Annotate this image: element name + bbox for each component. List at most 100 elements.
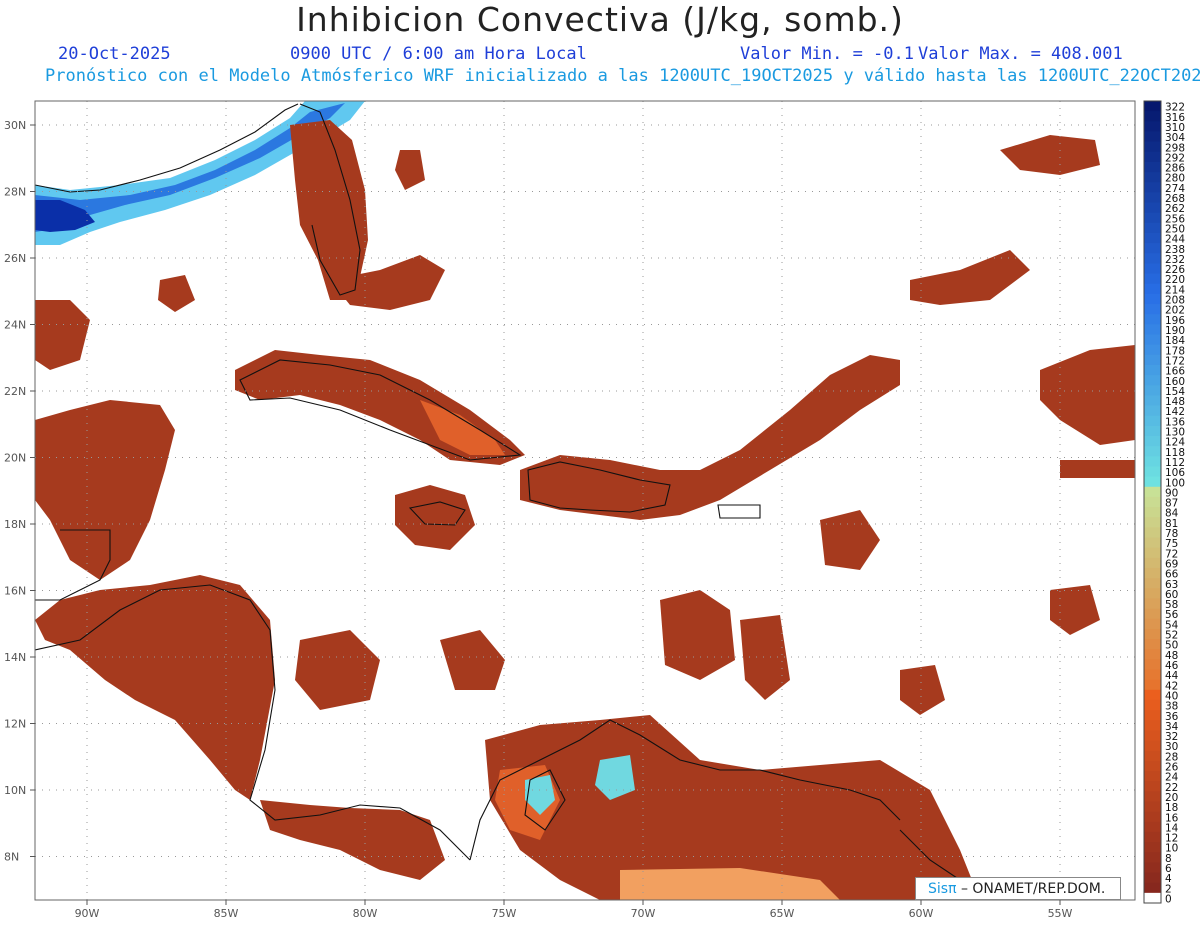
colorbar-swatch (1144, 791, 1161, 802)
cin-patch-hispaniola-band (520, 355, 900, 520)
colorbar-swatch (1144, 192, 1161, 204)
colorbar-swatch (1144, 446, 1161, 457)
lat-label: 28N (4, 186, 26, 199)
cin-patch-scatter-7 (395, 150, 425, 190)
lat-label: 18N (4, 518, 26, 531)
latitude-labels: 30N 28N 26N 24N 22N 20N 18N 16N 14N 12N 10N 8N (4, 119, 35, 864)
lon-label: 55W (1048, 907, 1073, 920)
cin-patch-scatter-3 (295, 630, 380, 710)
colorbar-swatch (1144, 202, 1161, 214)
cin-patch-central-america (35, 575, 275, 800)
cin-patch-scatter-2 (740, 615, 790, 700)
colorbar-swatch (1144, 517, 1161, 528)
longitude-labels: 90W 85W 80W 75W 70W 65W 60W 55W (75, 900, 1073, 920)
colorbar-swatch (1144, 842, 1161, 853)
colorbar-swatch (1144, 222, 1161, 234)
colorbar-swatch (1144, 628, 1161, 640)
colorbar-swatch (1144, 415, 1161, 427)
colorbar-swatch (1144, 111, 1161, 122)
lat-label: 24N (4, 319, 26, 332)
cin-patch-scatter-6 (158, 275, 195, 312)
colorbar-swatch (1144, 720, 1161, 731)
lat-label: 22N (4, 385, 26, 398)
colorbar-swatch (1144, 811, 1161, 823)
lon-label: 90W (75, 907, 100, 920)
colorbar-swatch (1144, 547, 1161, 559)
cin-patch-east (1040, 345, 1135, 445)
lat-label: 10N (4, 784, 26, 797)
cin-patch-scatter-1 (660, 590, 735, 680)
colorbar-swatch (1144, 253, 1161, 264)
colorbar-swatch (1144, 456, 1161, 467)
colorbar-swatch (1144, 760, 1161, 772)
colorbar-swatch (1144, 273, 1161, 285)
colorbar-swatch (1144, 141, 1161, 153)
colorbar-swatch (1144, 425, 1161, 437)
colorbar-swatch (1144, 710, 1161, 721)
colorbar-swatch (1144, 486, 1161, 498)
colorbar-swatch (1144, 131, 1161, 143)
colorbar-swatch (1144, 496, 1161, 508)
colorbar-swatch (1144, 314, 1161, 325)
colorbar-swatch (1144, 689, 1161, 701)
colorbar-swatch (1144, 750, 1161, 762)
colorbar-swatch (1144, 862, 1161, 874)
colorbar-swatch (1144, 882, 1161, 894)
cin-patch-florida (290, 120, 368, 300)
lat-label: 26N (4, 252, 26, 265)
colorbar-label: 0 (1165, 894, 1172, 906)
colorbar-swatch (1144, 781, 1161, 792)
colorbar-swatch (1144, 324, 1161, 335)
colorbar-swatch (1144, 852, 1161, 863)
lon-label: 70W (631, 907, 656, 920)
colorbar-swatch (1144, 161, 1161, 173)
lon-label: 60W (909, 907, 934, 920)
lat-label: 12N (4, 718, 26, 731)
colorbar-swatch (1144, 263, 1161, 275)
colorbar-swatch (1144, 354, 1161, 366)
colorbar: 3223163103042982922862802742682622562502… (1143, 100, 1185, 906)
colorbar-swatch (1144, 283, 1161, 295)
colorbar-swatch (1144, 669, 1161, 681)
cin-patch-panama (260, 800, 445, 880)
colorbar-swatch (1144, 334, 1161, 346)
lon-label: 85W (214, 907, 239, 920)
colorbar-swatch (1144, 344, 1161, 356)
lon-label: 75W (492, 907, 517, 920)
colorbar-swatch (1144, 639, 1161, 650)
colorbar-swatch (1144, 771, 1161, 782)
colorbar-swatch (1144, 101, 1161, 112)
colorbar-swatch (1144, 172, 1161, 183)
cin-patch-scatter-8 (900, 665, 945, 715)
lat-label: 14N (4, 651, 26, 664)
credit-box: Sisπ – ONAMET/REP.DOM. (915, 877, 1121, 900)
lon-label: 65W (770, 907, 795, 920)
colorbar-swatch (1144, 740, 1161, 752)
colorbar-swatch (1144, 892, 1161, 904)
lat-label: 16N (4, 585, 26, 598)
colorbar-swatch (1144, 821, 1161, 833)
colorbar-swatch (1144, 436, 1161, 447)
colorbar-swatch (1144, 507, 1161, 518)
colorbar-swatch (1144, 567, 1161, 579)
colorbar-swatch (1144, 304, 1161, 315)
colorbar-swatch (1144, 151, 1161, 163)
colorbar-swatch (1144, 385, 1161, 396)
colorbar-swatch (1144, 476, 1161, 488)
cin-patch-jamaica (395, 485, 475, 550)
colorbar-swatch (1144, 364, 1161, 376)
colorbar-swatch (1144, 466, 1161, 478)
credit-sis: Sisπ (928, 881, 957, 897)
colorbar-swatch (1144, 872, 1161, 884)
lat-label: 8N (4, 851, 19, 864)
lat-label: 30N (4, 119, 26, 132)
colorbar-swatch (1144, 405, 1161, 417)
map-canvas: 30N 28N 26N 24N 22N 20N 18N 16N 14N 12N 10N 8N 90W 8… (4, 100, 1185, 920)
credit-org: – ONAMET/REP.DOM. (960, 881, 1106, 897)
colorbar-swatch (1144, 121, 1161, 132)
cin-patch-scatter-4 (440, 630, 505, 690)
lon-label: 80W (353, 907, 378, 920)
colorbar-swatch (1144, 243, 1161, 254)
colorbar-swatch (1144, 649, 1161, 660)
colorbar-swatch (1144, 659, 1161, 671)
